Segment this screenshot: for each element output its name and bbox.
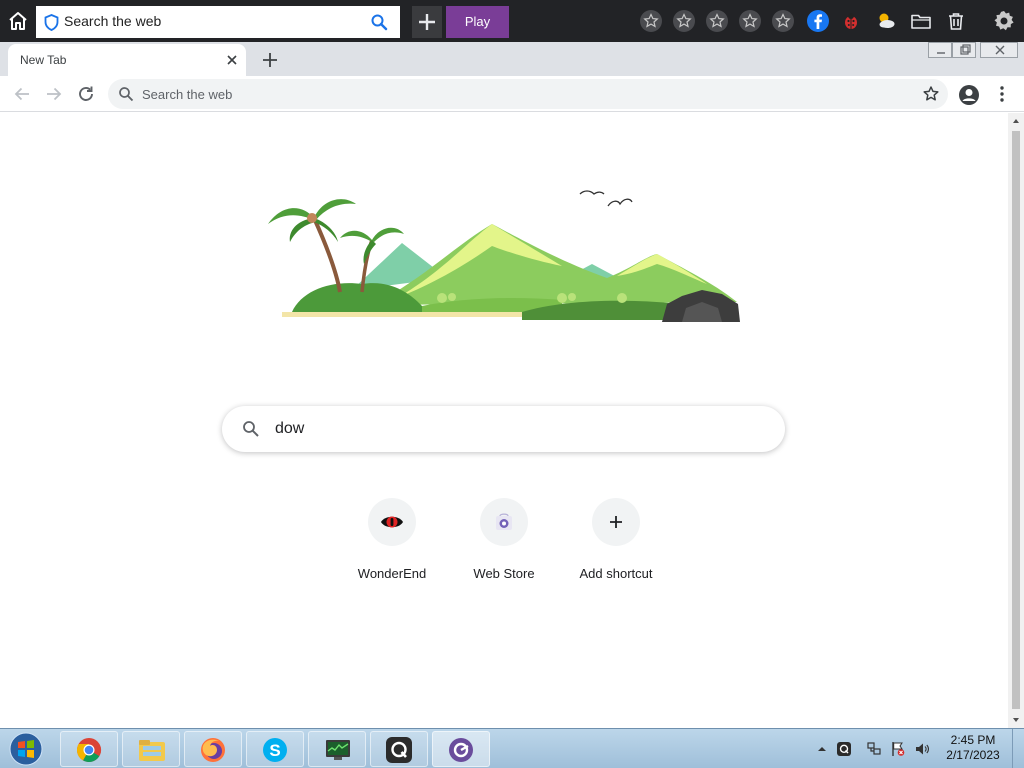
clock-time: 2:45 PM [950,733,996,747]
page-scrollbar[interactable] [1008,113,1024,728]
volume-icon[interactable] [914,741,930,757]
window-close-button[interactable] [980,42,1018,58]
shortcut-label: Web Store [473,566,535,581]
chrome-icon [76,738,102,763]
shortcut-label: Add shortcut [579,566,653,581]
scroll-up-arrow-icon[interactable] [1012,117,1020,125]
address-bar[interactable]: Search the web [108,79,948,109]
star-icon[interactable] [738,9,762,33]
forward-arrow-icon[interactable] [44,84,64,104]
search-icon [118,86,134,102]
taskbar-skype[interactable]: S [246,731,304,767]
facebook-icon[interactable] [806,9,830,33]
q-tray-icon[interactable] [836,741,852,757]
svg-text:S: S [269,741,280,760]
profile-icon[interactable] [958,84,980,106]
wonderend-icon [368,498,416,546]
address-bar-placeholder: Search the web [142,87,233,102]
taskbar-q-app[interactable] [370,731,428,767]
shortcut-label: WonderEnd [357,566,427,581]
web-store-icon [480,498,528,546]
firefox-icon [201,738,225,762]
tab-new-tab[interactable]: New Tab [8,44,246,76]
shield-icon [44,14,59,31]
network-icon[interactable] [866,741,882,757]
back-arrow-icon[interactable] [12,84,32,104]
navigation-toolbar: Search the web [0,76,1024,112]
plus-icon [592,498,640,546]
close-icon[interactable] [224,52,240,68]
skype-icon: S [263,738,287,762]
bookmark-star-icon[interactable] [922,85,940,103]
extension-toolbar: Search the web Play [0,0,1024,42]
add-button[interactable] [412,6,442,38]
q-app-icon [386,737,412,763]
folder-icon[interactable] [909,9,933,33]
scroll-down-arrow-icon[interactable] [1012,716,1020,724]
weather-icon[interactable] [874,9,898,33]
ladybug-icon[interactable] [839,9,863,33]
new-tab-page: dow WonderEnd Web Store Add shortcut [0,113,1008,728]
reload-icon[interactable] [76,84,96,104]
minimize-button[interactable] [928,42,952,58]
extension-search-box[interactable]: Search the web [36,6,400,38]
taskbar-browser-app[interactable] [432,731,490,767]
taskbar-file-explorer[interactable] [122,731,180,767]
more-menu-icon[interactable] [992,84,1012,104]
search-icon [242,420,260,438]
star-icon[interactable] [771,9,795,33]
star-icon[interactable] [705,9,729,33]
action-center-flag-icon[interactable] [890,741,906,757]
home-icon[interactable] [6,9,30,33]
landscape-illustration [262,180,752,330]
play-button[interactable]: Play [446,6,509,38]
shortcut-tile-wonderend[interactable]: WonderEnd [336,498,448,598]
search-icon[interactable] [370,13,388,31]
taskbar-clock[interactable]: 2:45 PM 2/17/2023 [938,733,1008,763]
chevron-up-icon[interactable] [814,741,830,757]
extension-search-placeholder: Search the web [64,13,162,29]
scrollbar-thumb[interactable] [1012,131,1020,709]
maximize-button[interactable] [952,42,976,58]
file-explorer-icon [139,740,165,761]
tab-title: New Tab [20,53,67,67]
clock-date: 2/17/2023 [946,748,1000,762]
taskbar-firefox[interactable] [184,731,242,767]
shortcut-tile-add-shortcut[interactable]: Add shortcut [560,498,672,598]
gear-icon[interactable] [992,9,1016,33]
ntp-search-box[interactable]: dow [222,406,785,452]
task-manager-icon [326,740,350,760]
trash-icon[interactable] [944,9,968,33]
ntp-search-value: dow [275,420,305,437]
taskbar-chrome[interactable] [60,731,118,767]
windows-start-icon[interactable] [6,732,46,766]
star-icon[interactable] [672,9,696,33]
tab-strip: New Tab [0,42,1024,76]
windows-taskbar: S 2:45 PM 2/17/2023 [0,728,1024,768]
star-icon[interactable] [639,9,663,33]
shortcut-tile-web-store[interactable]: Web Store [448,498,560,598]
browser-app-icon [449,738,473,762]
new-tab-button[interactable] [260,50,280,70]
show-desktop-button[interactable] [1012,729,1024,768]
taskbar-task-manager[interactable] [308,731,366,767]
